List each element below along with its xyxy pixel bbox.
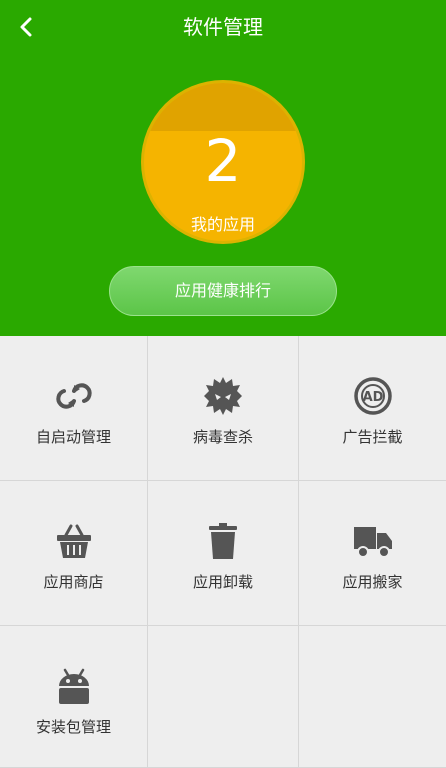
my-apps-circle[interactable]: 2 我的应用 [144, 83, 302, 241]
grid-item-empty [299, 626, 446, 768]
apk-android-icon [59, 668, 89, 704]
grid-item-label: 安装包管理 [35, 718, 111, 736]
grid-item-autostart[interactable]: 自启动管理 [0, 336, 148, 481]
app-count-label: 我的应用 [190, 215, 255, 234]
grid-item-uninstall[interactable]: 应用卸载 [148, 481, 299, 626]
grid-item-ad-block[interactable]: AD 广告拦截 [299, 336, 446, 481]
back-arrow-icon[interactable] [14, 14, 40, 40]
grid-item-virus-scan[interactable]: 病毒查杀 [148, 336, 299, 481]
grid-item-empty [148, 626, 299, 768]
grid-item-apk-manager[interactable]: 安装包管理 [0, 626, 148, 768]
circle-top-band [144, 83, 302, 131]
app-health-rank-button[interactable]: 应用健康排行 [109, 266, 337, 316]
ad-block-icon: AD [354, 377, 392, 415]
grid-item-label: 应用商店 [43, 573, 104, 591]
grid-item-label: 自启动管理 [35, 428, 111, 446]
grid-item-app-store[interactable]: 应用商店 [0, 481, 148, 626]
autostart-icon [56, 383, 92, 409]
app-store-basket-icon [57, 524, 91, 558]
app-count: 2 [204, 127, 242, 195]
svg-text:AD: AD [363, 390, 384, 405]
grid-item-app-move[interactable]: 应用搬家 [299, 481, 446, 626]
grid-item-label: 病毒查杀 [192, 428, 253, 446]
grid-item-label: 应用搬家 [342, 573, 403, 591]
function-grid: 自启动管理 病毒查杀 AD 广告拦截 应用商店 应用卸载 应用搬家 安装包管理 [0, 336, 446, 768]
page-title: 软件管理 [183, 15, 263, 39]
header: 软件管理 2 我的应用 应用健康排行 [0, 0, 446, 336]
grid-item-label: 应用卸载 [192, 573, 253, 591]
app-move-truck-icon [354, 527, 392, 558]
virus-scan-icon [204, 377, 242, 415]
grid-item-label: 广告拦截 [342, 428, 403, 446]
uninstall-trash-icon [209, 523, 237, 559]
